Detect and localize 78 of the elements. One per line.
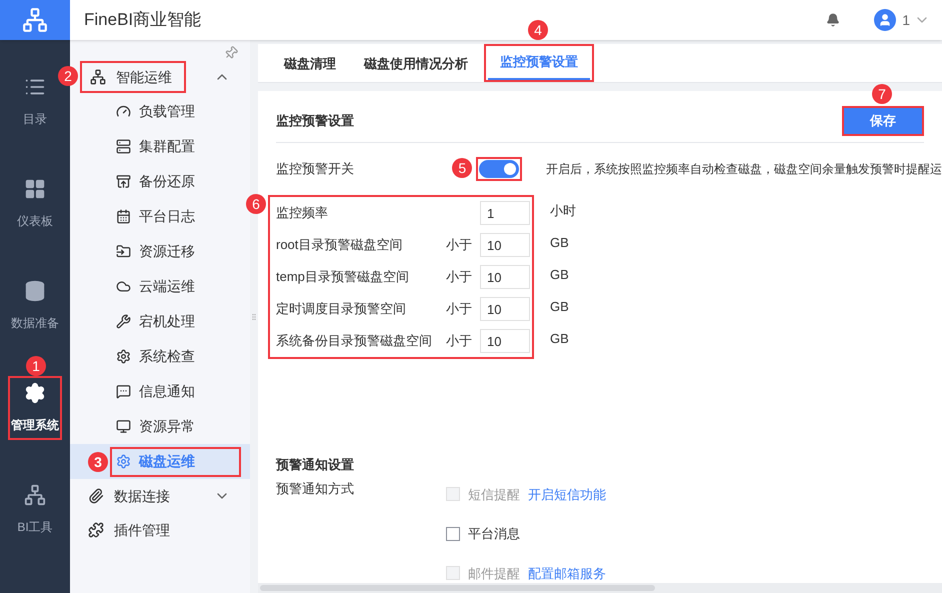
horizontal-scrollbar[interactable]	[258, 583, 942, 593]
menu-item[interactable]: 信息通知	[70, 374, 250, 409]
database-icon	[24, 280, 46, 302]
number-field[interactable]: 10	[480, 329, 530, 353]
menu-item[interactable]: 宕机处理	[70, 304, 250, 339]
menu-group[interactable]: 数据连接	[80, 482, 182, 510]
number-field[interactable]: 10	[480, 265, 530, 289]
rail-item[interactable]: 目录	[23, 76, 47, 128]
checkbox-label: 平台消息	[468, 525, 520, 543]
calendar-icon	[116, 209, 131, 224]
rail-item[interactable]: 管理系统	[11, 382, 59, 434]
menu-group[interactable]: 插件管理	[80, 516, 182, 544]
server-icon	[116, 139, 131, 154]
menu-item[interactable]: 资源异常	[70, 409, 250, 444]
rail-item[interactable]: 仪表板	[17, 178, 53, 230]
resize-handle-icon[interactable]	[250, 312, 258, 322]
comparison-label: 小于	[446, 268, 473, 286]
callout-number: 1	[26, 356, 46, 376]
callout-number: 2	[58, 66, 78, 86]
notification-icon[interactable]	[826, 13, 840, 27]
section-title: 监控预警设置	[276, 112, 354, 130]
callout-number: 5	[452, 158, 472, 178]
restore-icon	[116, 174, 131, 189]
checkbox-label: 短信提醒	[468, 486, 520, 504]
folder-icon	[116, 244, 131, 259]
menu-item-label: 磁盘运维	[139, 452, 195, 471]
puzzle-icon	[88, 522, 104, 538]
tab[interactable]: 磁盘使用情况分析	[352, 48, 480, 82]
nodes-icon	[90, 69, 106, 85]
menu-item[interactable]: 负载管理	[70, 94, 250, 129]
unit-label: GB	[550, 266, 570, 284]
unit-label: 小时	[550, 202, 576, 220]
dashboard-icon	[24, 178, 46, 200]
comparison-label: 小于	[446, 332, 473, 350]
callout-number: 6	[246, 194, 266, 214]
unit-label: GB	[550, 298, 570, 316]
number-field[interactable]: 10	[480, 233, 530, 257]
unit-label: GB	[550, 234, 570, 252]
checkbox-label: 邮件提醒	[468, 564, 520, 582]
rail-item[interactable]: BI工具	[17, 484, 53, 536]
message-icon	[116, 384, 131, 399]
checkbox[interactable]	[446, 526, 460, 541]
field-label: 系统备份目录预警磁盘空间	[276, 332, 433, 350]
field-label: 监控频率	[276, 204, 329, 222]
field-label: 预警通知方式	[276, 480, 355, 498]
save-button[interactable]: 保存	[844, 108, 922, 134]
comparison-label: 小于	[446, 300, 473, 318]
section-title: 预警通知设置	[276, 456, 355, 474]
number-field[interactable]: 1	[480, 201, 530, 225]
rail-item[interactable]: 数据准备	[11, 280, 59, 332]
avatar-icon[interactable]	[874, 9, 896, 31]
paperclip-icon	[88, 488, 104, 504]
gauge-icon	[116, 104, 131, 119]
logo-icon[interactable]	[0, 0, 70, 40]
unit-label: GB	[550, 330, 570, 348]
wrench-icon	[116, 314, 131, 329]
monitor-icon	[116, 419, 131, 434]
field-label: 监控预警开关	[276, 160, 354, 178]
menu-item[interactable]: 云端运维	[70, 269, 250, 304]
field-label: temp目录预警磁盘空间	[276, 268, 410, 286]
menu-item[interactable]: 集群配置	[70, 129, 250, 164]
tab[interactable]: 监控预警设置	[488, 46, 590, 80]
menu-group[interactable]: 智能运维	[82, 63, 184, 91]
callout-number: 3	[88, 452, 108, 472]
menu-item[interactable]: 3 磁盘运维	[70, 444, 250, 479]
user-name: 1	[902, 10, 910, 30]
field-label: root目录预警磁盘空间	[276, 236, 404, 254]
nodes-icon	[24, 484, 46, 506]
cloud-icon	[116, 279, 131, 294]
menu-item[interactable]: 系统检查	[70, 339, 250, 374]
field-label: 定时调度目录预警空间	[276, 300, 407, 318]
callout-number: 7	[872, 84, 892, 104]
switch-description: 开启后，系统按照监控频率自动检查磁盘，磁盘空间余量触发预警时提醒运	[546, 161, 942, 178]
comparison-label: 小于	[446, 236, 473, 254]
number-field[interactable]: 10	[480, 297, 530, 321]
app-title: FineBI商业智能	[84, 9, 202, 32]
menu-item[interactable]: 资源迁移	[70, 234, 250, 269]
tab[interactable]: 磁盘清理	[272, 48, 348, 82]
